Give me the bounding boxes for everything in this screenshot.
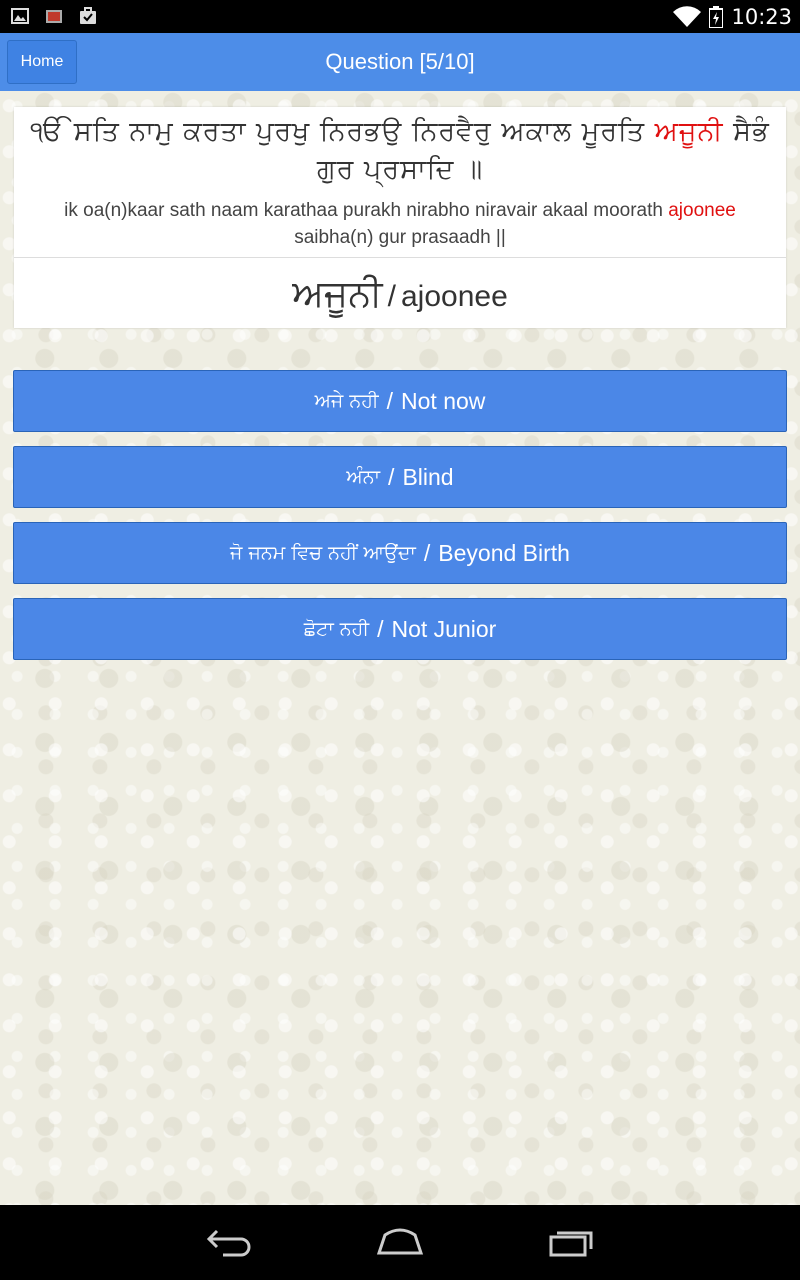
option-gurmukhi: ਛੋਟਾ ਨਹੀ [303, 618, 370, 640]
word-gurmukhi: ਅਜੂਨੀ [292, 272, 383, 315]
verse-gurmukhi-before: ੴ ਸਤਿ ਨਾਮੁ ਕਰਤਾ ਪੁਰਖੁ ਨਿਰਭਉ ਨਿਰਵੈਰੁ ਅਕਾਲ… [30, 116, 655, 147]
option-english: Not now [401, 387, 486, 414]
back-icon[interactable] [205, 1227, 253, 1257]
briefcase-check-icon [80, 7, 96, 24]
verse-transliteration: ik oa(n)kaar sath naam karathaa purakh n… [28, 197, 772, 251]
option-button-4[interactable]: ਛੋਟਾ ਨਹੀ / Not Junior [13, 598, 787, 660]
media-icon [46, 10, 62, 23]
home-button[interactable]: Home [7, 40, 77, 84]
question-word: ਅਜੂਨੀ / ajoonee [14, 259, 786, 328]
action-bar: Question [5/10] Home [0, 33, 800, 91]
status-bar: 10:23 [0, 0, 800, 33]
option-gurmukhi: ਜੋ ਜਨਮ ਵਿਚ ਨਹੀਂ ਆਉਂਦਾ [230, 542, 416, 564]
word-transliteration: ajoonee [401, 280, 508, 313]
home-icon[interactable] [375, 1227, 425, 1257]
verse-translit-before: ik oa(n)kaar sath naam karathaa purakh n… [64, 200, 669, 221]
option-separator: / [377, 615, 384, 642]
option-button-1[interactable]: ਅਜੇ ਨਹੀ / Not now [13, 370, 787, 432]
word-separator: / [387, 280, 396, 313]
option-english: Blind [402, 463, 454, 490]
option-separator: / [388, 463, 395, 490]
option-gurmukhi: ਅੰਨਾ [346, 466, 381, 488]
wifi-icon [673, 5, 702, 27]
answer-options: ਅਜੇ ਨਹੀ / Not now ਅੰਨਾ / Blind ਜੋ ਜਨਮ ਵਿਚ ਨਹ… [13, 370, 787, 674]
battery-icon [709, 5, 724, 28]
option-button-3[interactable]: ਜੋ ਜਨਮ ਵਿਚ ਨਹੀਂ ਆਉਂਦਾ / Beyond Birth [13, 522, 787, 584]
option-separator: / [386, 387, 394, 414]
verse-translit-highlight: ajoonee [668, 200, 736, 221]
option-separator: / [423, 539, 431, 566]
question-card: ੴ ਸਤਿ ਨਾਮੁ ਕਰਤਾ ਪੁਰਖੁ ਨਿਰਭਉ ਨਿਰਵੈਰੁ ਅਕਾਲ… [14, 107, 786, 328]
recent-apps-icon[interactable] [548, 1227, 594, 1257]
clock: 10:23 [731, 4, 792, 29]
option-english: Not Junior [391, 615, 497, 642]
verse-gurmukhi-highlight: ਅਜੂਨੀ [654, 116, 724, 147]
image-icon [11, 8, 29, 24]
verse-gurmukhi: ੴ ਸਤਿ ਨਾਮੁ ਕਰਤਾ ਪੁਰਖੁ ਨਿਰਭਉ ਨਿਰਵੈਰੁ ਅਕਾਲ… [28, 113, 772, 189]
option-english: Beyond Birth [438, 539, 570, 566]
navigation-bar [0, 1205, 800, 1280]
page-title: Question [5/10] [325, 49, 475, 74]
verse-translit-after: saibha(n) gur prasaadh || [294, 227, 506, 248]
divider [14, 257, 786, 258]
verse: ੴ ਸਤਿ ਨਾਮੁ ਕਰਤਾ ਪੁਰਖੁ ਨਿਰਭਉ ਨਿਰਵੈਰੁ ਅਕਾਲ… [28, 113, 772, 251]
option-gurmukhi: ਅਜੇ ਨਹੀ [314, 390, 379, 412]
option-button-2[interactable]: ਅੰਨਾ / Blind [13, 446, 787, 508]
